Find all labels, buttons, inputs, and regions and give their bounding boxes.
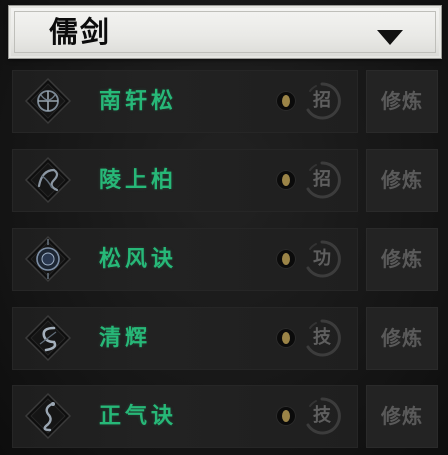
skill-type-label: 技	[313, 327, 331, 348]
wind-orb-icon	[24, 235, 72, 283]
skill-name: 南轩松	[99, 89, 178, 114]
skill-name: 陵上柏	[99, 168, 178, 193]
pine-emblem-icon	[24, 77, 72, 125]
currency-dot-icon	[276, 328, 296, 348]
school-dropdown[interactable]: 儒剑	[9, 6, 441, 58]
skill-type-label: 功	[313, 248, 331, 269]
skill-panel: 儒剑 南轩松 招 修炼 陵上柏 招 修炼 松风诀 功 修炼 清辉 技 修炼 正气…	[0, 0, 448, 455]
currency-dot-icon	[276, 406, 296, 426]
school-title: 儒剑	[49, 15, 112, 49]
skill-type-label: 招	[313, 169, 331, 190]
currency-dot-icon	[276, 249, 296, 269]
skill-name: 清辉	[99, 326, 152, 351]
skill-row[interactable]: 南轩松 招	[12, 70, 358, 133]
dropdown-toggle[interactable]	[377, 14, 429, 50]
cypress-emblem-icon	[24, 156, 72, 204]
skill-type-badge: 功	[302, 239, 342, 279]
chevron-down-icon[interactable]	[377, 30, 403, 45]
skill-row[interactable]: 正气诀 技	[12, 385, 358, 448]
skill-row[interactable]: 陵上柏 招	[12, 149, 358, 212]
skill-type-badge: 技	[302, 396, 342, 436]
serpent-blade-icon	[24, 392, 72, 440]
skill-row[interactable]: 清辉 技	[12, 307, 358, 370]
swirl-blade-icon	[24, 314, 72, 362]
currency-dot-icon	[276, 170, 296, 190]
currency-dot-icon	[276, 91, 296, 111]
cultivate-button[interactable]: 修炼	[366, 70, 438, 133]
cultivate-button[interactable]: 修炼	[366, 149, 438, 212]
skill-type-badge: 技	[302, 318, 342, 358]
skill-name: 正气诀	[99, 404, 178, 429]
skill-type-badge: 招	[302, 81, 342, 121]
skill-row[interactable]: 松风诀 功	[12, 228, 358, 291]
skill-type-badge: 招	[302, 160, 342, 200]
skill-name: 松风诀	[99, 247, 178, 272]
skill-type-label: 技	[313, 405, 331, 426]
skill-type-label: 招	[313, 90, 331, 111]
cultivate-button[interactable]: 修炼	[366, 228, 438, 291]
cultivate-button[interactable]: 修炼	[366, 385, 438, 448]
cultivate-button[interactable]: 修炼	[366, 307, 438, 370]
